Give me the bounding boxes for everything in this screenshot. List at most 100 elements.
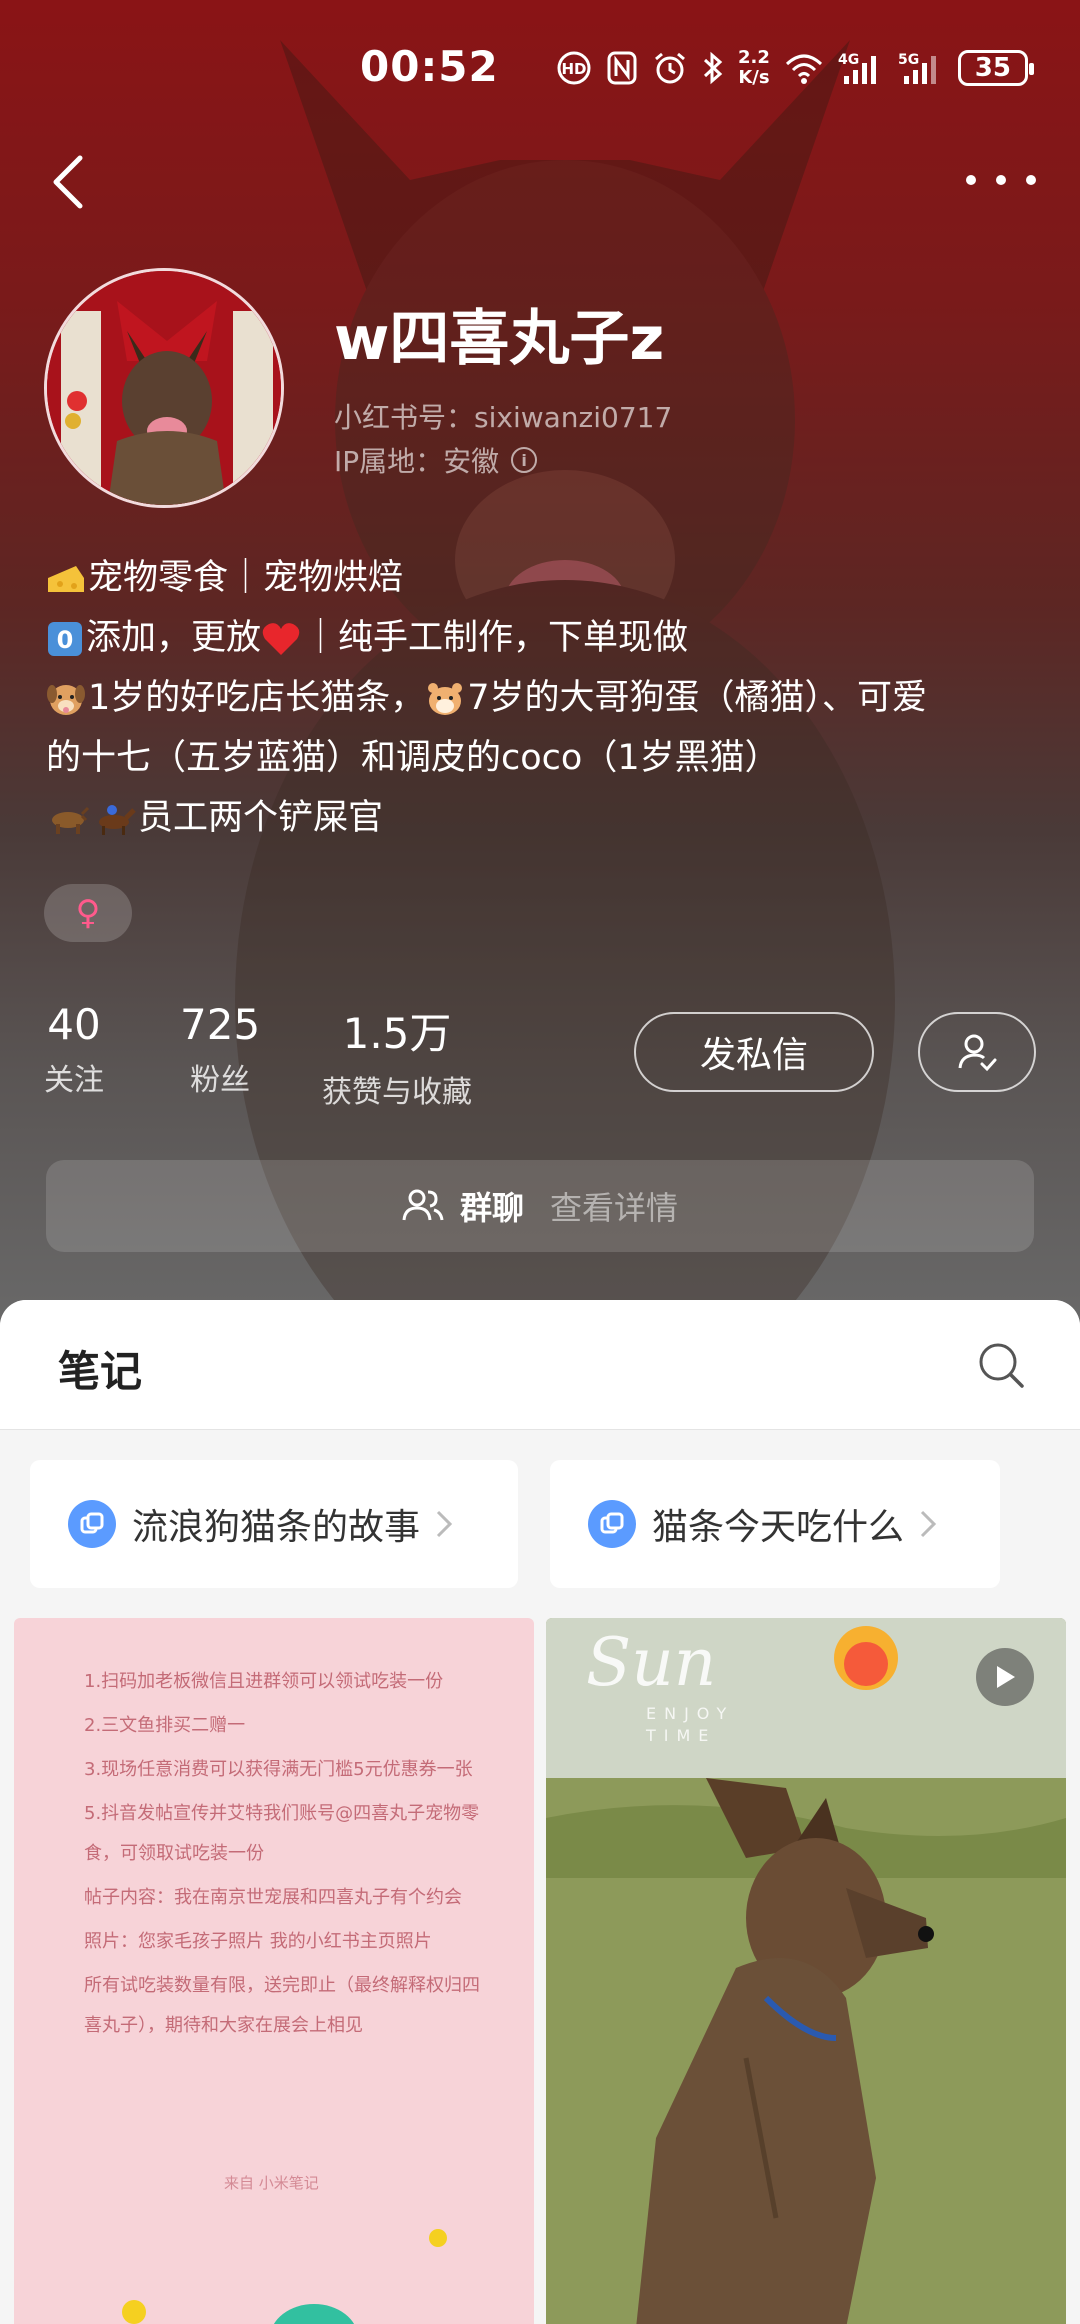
net-speed: 2.2 K/s bbox=[738, 48, 770, 88]
note-line: 3.现场任意消费可以获得满无门槛5元优惠券一张 bbox=[84, 1759, 473, 1780]
svg-text:0: 0 bbox=[57, 626, 74, 654]
tab-notes[interactable]: 笔记 bbox=[58, 1338, 142, 1399]
play-icon bbox=[997, 1666, 1015, 1688]
photo-watermark-line2: TIME bbox=[646, 1726, 717, 1745]
bio-text-1: 宠物零食｜宠物烘焙 bbox=[88, 558, 404, 598]
female-gender-icon: ♀ bbox=[75, 893, 101, 933]
collection-icon bbox=[588, 1500, 636, 1548]
note-line: 所有试吃装数量有限，送完即止（最终解释权归四喜丸子），期待和大家在展会上相见 bbox=[84, 1975, 480, 2036]
group-users-icon bbox=[402, 1189, 444, 1221]
bio-text-3: ｜纯手工制作，下单现做 bbox=[303, 618, 689, 658]
group-chat-detail: 查看详情 bbox=[550, 1189, 679, 1227]
collection-item[interactable]: 流浪狗猫条的故事 bbox=[30, 1460, 518, 1588]
zero-keycap-emoji-icon: 0 bbox=[48, 622, 82, 656]
red-heart-emoji-icon bbox=[262, 623, 300, 655]
notes-header: 笔记 bbox=[0, 1300, 1080, 1430]
more-dot-icon bbox=[1026, 175, 1036, 185]
signal-5g-icon: 5G bbox=[898, 52, 936, 84]
collection-label: 流浪狗猫条的故事 bbox=[132, 1507, 421, 1548]
chevron-right-icon bbox=[920, 1510, 937, 1538]
notes-panel: 笔记 流浪狗猫条的故事 猫条今天吃什么 1.扫码加老板微信且进群领可以领试吃装一… bbox=[0, 1300, 1080, 2324]
collection-icon bbox=[68, 1500, 116, 1548]
bio-text-7: 员工两个铲屎官 bbox=[138, 798, 384, 838]
search-icon bbox=[979, 1343, 1024, 1388]
chevron-left-icon bbox=[53, 155, 83, 209]
note-line: 1.扫码加老板微信且进群领可以领试吃装一份 bbox=[84, 1671, 444, 1692]
send-message-button[interactable]: 发私信 bbox=[634, 1012, 874, 1092]
net-speed-unit: K/s bbox=[738, 67, 770, 88]
signal-4g-icon: 4G bbox=[838, 52, 876, 84]
more-options-button[interactable] bbox=[966, 160, 1036, 200]
bio-text-5: 7岁的大哥狗蛋（橘猫）、可爱 bbox=[467, 678, 928, 718]
bio-line: 员工两个铲屎官 bbox=[46, 788, 1046, 848]
note-line: 2.三文鱼排买二赠一 bbox=[84, 1715, 246, 1736]
stack-icon bbox=[600, 1512, 624, 1534]
bio-line: 0 添加，更放 ｜纯手工制作，下单现做 bbox=[46, 608, 1046, 668]
avatar-dog-image bbox=[47, 271, 281, 505]
stat-label: 获赞与收藏 bbox=[322, 1075, 472, 1110]
wifi-icon bbox=[785, 54, 822, 84]
bio-text-2: 添加，更放 bbox=[86, 618, 262, 658]
photo-watermark-line1: ENJOY bbox=[646, 1704, 735, 1723]
stat-value: 725 bbox=[180, 1000, 261, 1049]
search-button[interactable] bbox=[976, 1340, 1026, 1390]
cheese-emoji-icon bbox=[48, 566, 84, 592]
collection-item[interactable]: 猫条今天吃什么 bbox=[550, 1460, 1000, 1588]
redbook-id[interactable]: 小红书号：sixiwanzi0717 bbox=[334, 396, 672, 436]
net-speed-value: 2.2 bbox=[738, 47, 770, 68]
avatar[interactable] bbox=[44, 268, 284, 508]
bio-text-6: 的十七（五岁蓝猫）和调皮的coco（1岁黑猫） bbox=[46, 738, 780, 778]
alarm-icon bbox=[655, 52, 685, 84]
user-check-icon bbox=[958, 1034, 997, 1072]
dog-face-emoji-icon bbox=[47, 685, 85, 715]
note-line: 帖子内容：我在南京世宠展和四喜丸子有个约会 bbox=[84, 1887, 462, 1908]
collection-label: 猫条今天吃什么 bbox=[652, 1507, 905, 1548]
bio: 宠物零食｜宠物烘焙 0 添加，更放 ｜纯手工制作，下单现做 1岁的好吃店长猫条， 7岁… bbox=[46, 548, 1046, 848]
group-chat-bar[interactable]: 群聊 查看详情 bbox=[46, 1160, 1034, 1252]
hd-call-icon: HD bbox=[557, 51, 591, 85]
stat-label: 关注 bbox=[44, 1063, 104, 1098]
note-decor-image bbox=[122, 2229, 447, 2324]
bio-line: 1岁的好吃店长猫条， 7岁的大哥狗蛋（橘猫）、可爱 bbox=[46, 668, 1046, 728]
dog-photo-image bbox=[546, 1618, 1066, 2324]
status-icons: HD 2.2 K/s 4G 5G 35 bbox=[556, 46, 1034, 90]
more-dot-icon bbox=[966, 175, 976, 185]
stat-likes-collections[interactable]: 1.5万 获赞与收藏 bbox=[322, 1000, 472, 1111]
nfc-icon bbox=[607, 51, 637, 85]
note-text: 1.扫码加老板微信且进群领可以领试吃装一份 2.三文鱼排买二赠一 3.现场任意消… bbox=[84, 1662, 494, 2050]
stat-following[interactable]: 40 关注 bbox=[44, 1000, 104, 1099]
bio-line: 的十七（五岁蓝猫）和调皮的coco（1岁黑猫） bbox=[46, 728, 1046, 788]
ox-emoji-icon bbox=[52, 806, 90, 834]
battery-indicator: 35 bbox=[957, 50, 1034, 86]
photo-watermark-script: Sun bbox=[586, 1624, 717, 1701]
group-chat-label: 群聊 bbox=[459, 1189, 524, 1227]
chevron-right-icon bbox=[436, 1510, 453, 1538]
back-button[interactable] bbox=[44, 150, 94, 214]
horse-racing-emoji-icon bbox=[99, 805, 136, 835]
note-card-video[interactable]: Sun ENJOY TIME bbox=[546, 1618, 1066, 2324]
ip-location: IP属地：安徽 i bbox=[334, 440, 538, 480]
bluetooth-icon bbox=[703, 51, 723, 85]
stat-followers[interactable]: 725 粉丝 bbox=[180, 1000, 260, 1099]
note-line: 照片：您家毛孩子照片 我的小红书主页照片 bbox=[84, 1931, 432, 1952]
svg-text:4G: 4G bbox=[838, 52, 859, 68]
stack-icon bbox=[80, 1512, 104, 1534]
hamster-face-emoji-icon bbox=[428, 683, 463, 715]
svg-text:HD: HD bbox=[561, 60, 586, 78]
note-footer: 来自 小米笔记 bbox=[224, 2174, 319, 2192]
gender-badge: ♀ bbox=[44, 884, 132, 942]
svg-text:5G: 5G bbox=[898, 52, 919, 68]
video-play-badge bbox=[976, 1648, 1034, 1706]
status-time: 00:52 bbox=[360, 42, 499, 91]
stat-label: 粉丝 bbox=[190, 1063, 251, 1098]
info-icon[interactable]: i bbox=[511, 447, 538, 473]
username: w四喜丸子z bbox=[334, 304, 665, 374]
bio-text-4: 1岁的好吃店长猫条， bbox=[88, 678, 426, 718]
bio-line: 宠物零食｜宠物烘焙 bbox=[46, 548, 1046, 608]
ip-location-text: IP属地：安徽 bbox=[334, 445, 500, 478]
status-bar: 00:52 HD 2.2 K/s 4G 5G 35 bbox=[0, 40, 1080, 96]
followed-button[interactable] bbox=[918, 1012, 1036, 1092]
note-card-text[interactable]: 1.扫码加老板微信且进群领可以领试吃装一份 2.三文鱼排买二赠一 3.现场任意消… bbox=[14, 1618, 534, 2324]
more-dot-icon bbox=[996, 175, 1006, 185]
stat-value: 1.5万 bbox=[342, 1009, 452, 1058]
